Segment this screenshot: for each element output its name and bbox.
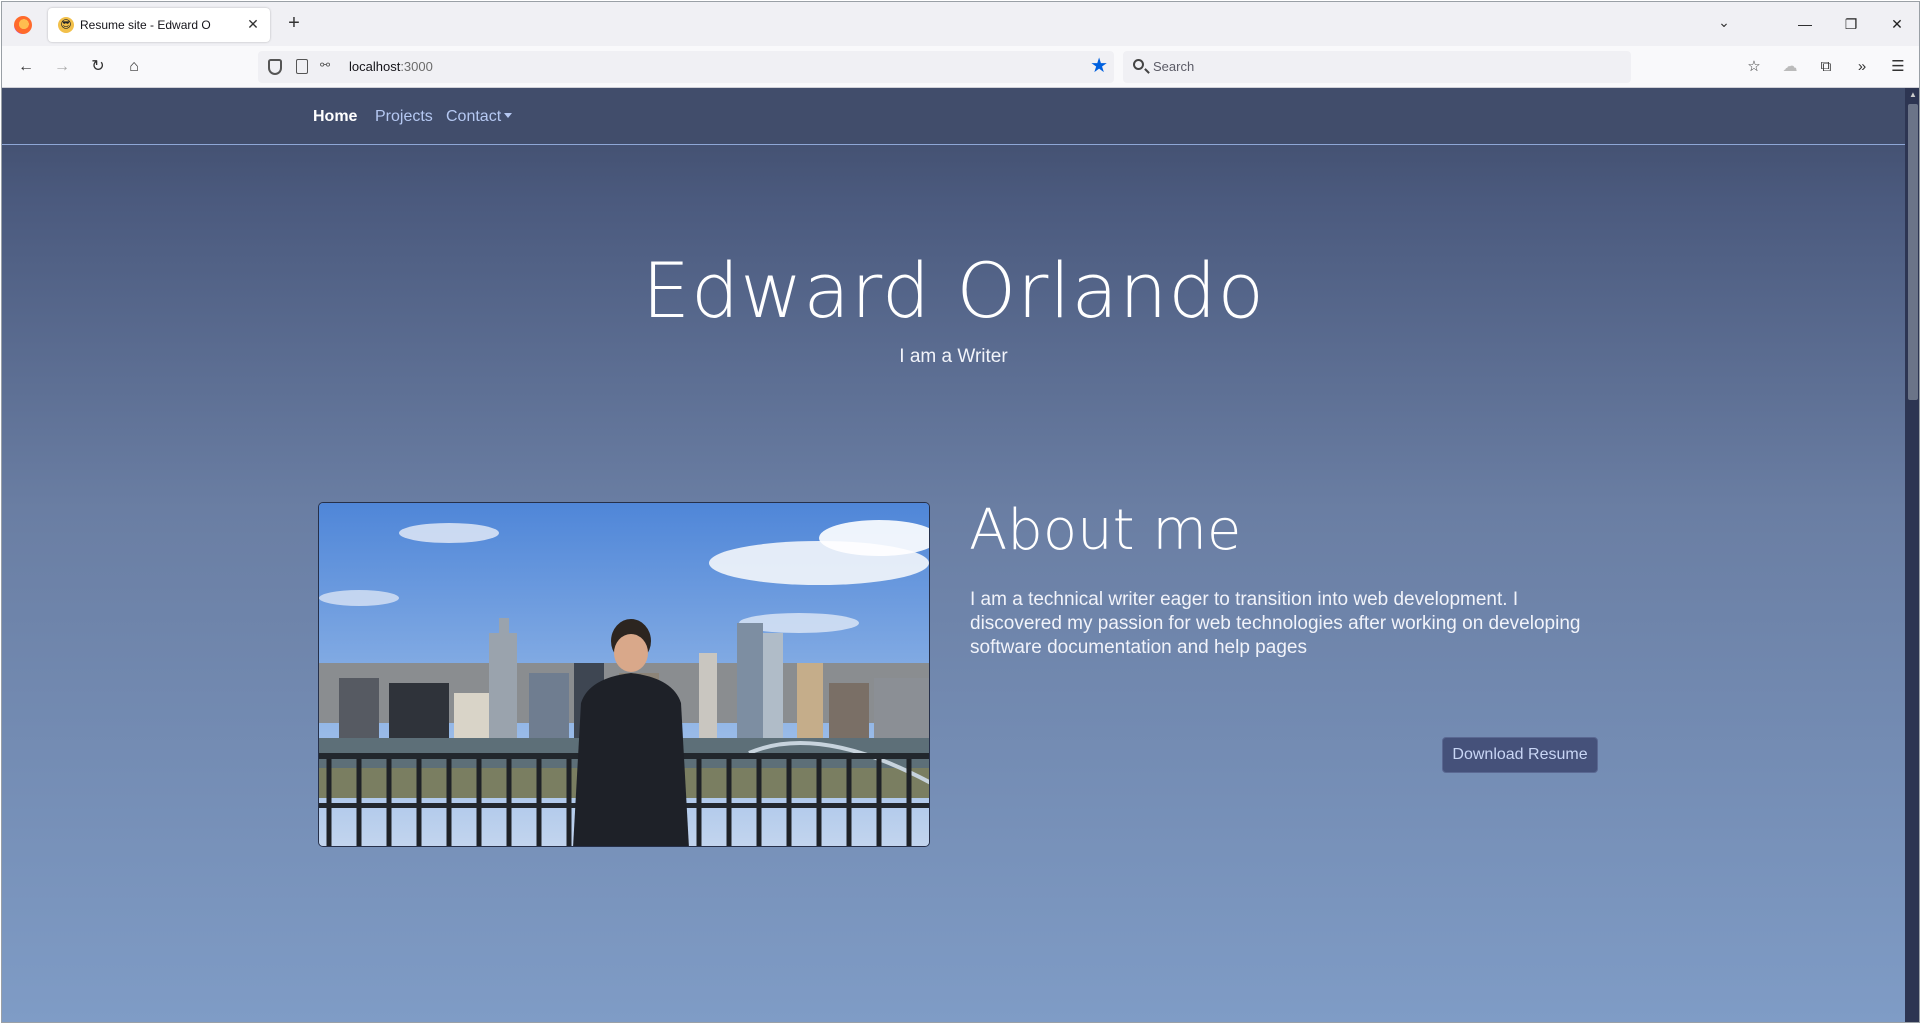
url-host: localhost bbox=[349, 59, 401, 74]
search-placeholder: Search bbox=[1153, 59, 1195, 74]
firefox-logo-icon[interactable] bbox=[14, 16, 32, 34]
profile-photo bbox=[318, 502, 930, 847]
list-all-tabs-icon[interactable]: ⌄ bbox=[1714, 14, 1734, 34]
hamburger-menu-icon[interactable]: ☰ bbox=[1886, 55, 1910, 79]
overflow-menu-icon[interactable]: » bbox=[1850, 55, 1874, 79]
tab-bar: 😎 Resume site - Edward O ✕ + ⌄ — ❐ ✕ bbox=[2, 2, 1919, 46]
url-port: :3000 bbox=[400, 59, 433, 74]
tab-resume-site[interactable]: 😎 Resume site - Edward O ✕ bbox=[48, 8, 270, 42]
back-arrow-icon[interactable]: ← bbox=[14, 55, 38, 79]
caret-down-icon bbox=[504, 113, 513, 118]
page-info-icon[interactable] bbox=[296, 59, 308, 74]
sunglasses-favicon-icon: 😎 bbox=[58, 17, 74, 33]
hero-name: Edward Orlando bbox=[642, 246, 1265, 335]
nav-projects-link[interactable]: Projects bbox=[375, 108, 433, 126]
bookmark-star-icon[interactable]: ★ bbox=[1090, 55, 1108, 77]
url-bar[interactable]: ⚯ localhost:3000 ★ bbox=[258, 51, 1114, 83]
scrollbar-thumb[interactable] bbox=[1908, 104, 1918, 400]
minimize-icon[interactable]: — bbox=[1782, 10, 1828, 38]
about-text: I am a technical writer eager to transit… bbox=[970, 589, 1581, 658]
nav-home-link[interactable]: Home bbox=[313, 108, 357, 126]
permissions-icon[interactable]: ⚯ bbox=[320, 58, 330, 72]
search-input[interactable]: Search bbox=[1123, 51, 1631, 83]
url-text[interactable]: localhost:3000 bbox=[349, 59, 433, 74]
tab-title: Resume site - Edward O bbox=[80, 18, 211, 32]
home-icon[interactable]: ⌂ bbox=[122, 55, 146, 79]
account-icon[interactable]: ☁ bbox=[1778, 55, 1802, 79]
city-skyline-photo bbox=[319, 503, 929, 846]
forward-arrow-icon[interactable]: → bbox=[50, 55, 74, 79]
nav-contact-dropdown[interactable]: Contact bbox=[446, 108, 513, 126]
new-tab-button[interactable]: + bbox=[282, 12, 306, 36]
extensions-icon[interactable]: ⧉ bbox=[1814, 55, 1838, 79]
browser-window: 😎 Resume site - Edward O ✕ + ⌄ — ❐ ✕ ← →… bbox=[1, 1, 1920, 1023]
nav-contact-label: Contact bbox=[446, 108, 502, 125]
window-close-icon[interactable]: ✕ bbox=[1874, 10, 1919, 38]
download-resume-button[interactable]: Download Resume bbox=[1442, 737, 1598, 773]
tab-close-icon[interactable]: ✕ bbox=[244, 15, 262, 33]
site-navbar: Home Projects Contact bbox=[2, 88, 1905, 145]
hero-subtitle: I am a Writer bbox=[899, 346, 1008, 367]
page-scrollbar[interactable]: ▲ bbox=[1905, 88, 1919, 1022]
navigation-toolbar: ← → ↻ ⌂ ⚯ localhost:3000 ★ Search ☆ ☁ ⧉ … bbox=[2, 46, 1919, 88]
restore-icon[interactable]: ❐ bbox=[1828, 10, 1874, 38]
tracking-protection-shield-icon[interactable] bbox=[268, 59, 282, 75]
scroll-up-arrow-icon[interactable]: ▲ bbox=[1908, 90, 1918, 100]
about-title: About me bbox=[969, 498, 1242, 563]
page-viewport: Home Projects Contact Edward Orlando I a… bbox=[2, 88, 1905, 1022]
reload-icon[interactable]: ↻ bbox=[86, 55, 110, 79]
save-to-pocket-icon[interactable]: ☆ bbox=[1742, 55, 1766, 79]
search-icon bbox=[1133, 59, 1144, 70]
